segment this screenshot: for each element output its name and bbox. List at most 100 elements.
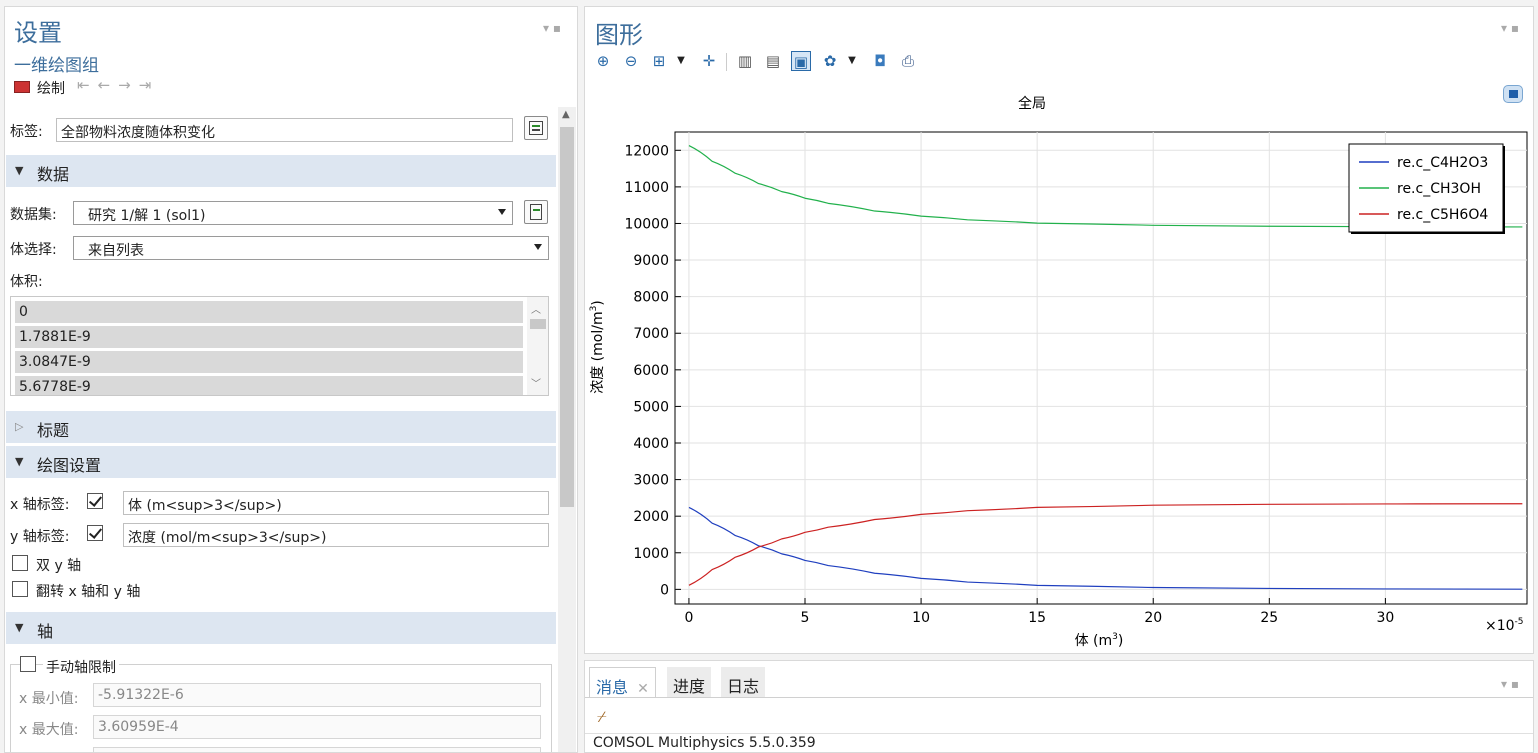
- list-item[interactable]: 0: [15, 301, 523, 323]
- x-max-label: x 最大值:: [19, 722, 79, 738]
- graphics-panel: 图形 ▾ ▪ ⊕ ⊖ ⊞ ▼ ✛ ▥ ▤ ▣ ✿ ▼ ◘ ⎙ 0 5 10 15 20 2…: [584, 6, 1534, 654]
- list-scroll-thumb[interactable]: [530, 319, 546, 329]
- y-axis-label-label: y 轴标签:: [10, 529, 70, 545]
- y-tick-label: 0: [660, 582, 669, 598]
- y-tick-label: 3000: [633, 473, 669, 489]
- panel-menu-icon[interactable]: ▾ ▪: [1501, 677, 1519, 691]
- zoom-box-icon[interactable]: ⊞: [649, 51, 669, 71]
- settings-panel: 设置 ▾ ▪ 一维绘图组 绘制 ⇤←→⇥ 标签: 全部物料浓度随体积变化 ▲ ▼…: [4, 6, 578, 753]
- section-title-label: 标题: [37, 421, 70, 440]
- chevron-down-icon[interactable]: ▼: [842, 51, 862, 71]
- dual-y-checkbox[interactable]: [12, 555, 28, 571]
- list-item[interactable]: 5.6778E-9: [15, 376, 523, 395]
- tab-log[interactable]: 日志: [721, 667, 766, 697]
- tab-log-label: 日志: [727, 677, 760, 696]
- section-title[interactable]: ▷ 标题: [6, 411, 556, 443]
- x-max-input[interactable]: 3.60959E-4: [93, 715, 541, 739]
- plot-button-label[interactable]: 绘制: [37, 78, 65, 98]
- y-tick-label: 8000: [633, 290, 669, 306]
- x-axis-label-label: x 轴标签:: [10, 497, 70, 513]
- dataset-label: 数据集:: [10, 207, 57, 223]
- y-axis-label-checkbox[interactable]: [87, 525, 103, 541]
- list-item[interactable]: 1.7881E-9: [15, 326, 523, 348]
- plot-icon[interactable]: [14, 81, 30, 93]
- dataset-select[interactable]: 研究 1/解 1 (sol1): [73, 201, 513, 225]
- scrollbar-thumb[interactable]: [560, 127, 574, 507]
- y-tick-label: 10000: [624, 216, 669, 232]
- close-icon[interactable]: ✕: [637, 681, 649, 697]
- clear-broom-icon[interactable]: ⌿: [597, 707, 607, 727]
- manual-limits-label: 手动轴限制: [43, 657, 119, 677]
- y-tick-label: 7000: [633, 326, 669, 342]
- list-scrollbar[interactable]: ︿ ﹀: [527, 297, 548, 395]
- flip-xy-label: 翻转 x 轴和 y 轴: [36, 584, 141, 600]
- dataset-refresh-icon[interactable]: [524, 200, 548, 224]
- x-tick-label: 25: [1260, 610, 1278, 626]
- x-multiplier: ×10-5: [1485, 617, 1524, 634]
- chevron-right-icon: ▷: [15, 420, 24, 433]
- x-tick-label: 15: [1028, 610, 1046, 626]
- section-plot-settings-label: 绘图设置: [37, 456, 102, 475]
- toolbar-divider: [726, 53, 727, 71]
- scroll-down-icon[interactable]: ﹀: [531, 375, 541, 390]
- chart-title: 全局: [1018, 95, 1046, 112]
- label-input[interactable]: 全部物料浓度随体积变化: [56, 118, 513, 142]
- print-icon[interactable]: ⎙: [898, 51, 918, 71]
- y-tick-label: 9000: [633, 253, 669, 269]
- dual-y-label: 双 y 轴: [36, 558, 82, 574]
- x-axis-label-input[interactable]: 体 (m<sup>3</sup>): [123, 491, 549, 515]
- manual-limits-checkbox[interactable]: [20, 656, 36, 672]
- scroll-up-icon[interactable]: ︿: [531, 301, 541, 316]
- y-tick-label: 6000: [633, 363, 669, 379]
- x-min-label: x 最小值:: [19, 691, 79, 707]
- axis-grid-icon[interactable]: ▤: [763, 51, 783, 71]
- volume-selection-value: 来自列表: [88, 243, 144, 259]
- zoom-out-icon[interactable]: ⊖: [621, 51, 641, 71]
- legend-label: re.c_C4H2O3: [1397, 155, 1488, 171]
- chevron-down-icon[interactable]: ▼: [671, 51, 691, 71]
- tab-messages[interactable]: 消息 ✕: [589, 667, 656, 697]
- section-axis-label: 轴: [37, 622, 54, 641]
- scene-light-icon[interactable]: ✿: [820, 51, 840, 71]
- nav-arrows-icon[interactable]: ⇤←→⇥: [77, 76, 159, 94]
- y-axis-label-input[interactable]: 浓度 (mol/m<sup>3</sup>): [123, 523, 549, 547]
- section-plot-settings[interactable]: ▼ 绘图设置: [6, 446, 556, 478]
- section-data[interactable]: ▼ 数据: [6, 155, 556, 187]
- volume-selection-label: 体选择:: [10, 242, 57, 258]
- chevron-down-icon: ▼: [15, 164, 24, 177]
- label-field-label: 标签:: [10, 124, 43, 140]
- label-edit-icon[interactable]: [524, 116, 548, 140]
- x-axis-label-checkbox[interactable]: [87, 493, 103, 509]
- zoom-extents-icon[interactable]: ✛: [699, 51, 719, 71]
- volume-list[interactable]: 0 1.7881E-9 3.0847E-9 5.6778E-9 ︿ ﹀: [10, 296, 549, 396]
- section-data-label: 数据: [37, 165, 70, 184]
- message-divider: [585, 733, 1533, 734]
- panel-menu-icon[interactable]: ▾ ▪: [1501, 21, 1519, 35]
- list-item[interactable]: 3.0847E-9: [15, 351, 523, 373]
- section-axis[interactable]: ▼ 轴: [6, 612, 556, 644]
- camera-icon[interactable]: ◘: [870, 51, 890, 71]
- dataset-value: 研究 1/解 1 (sol1): [88, 208, 206, 224]
- zoom-in-icon[interactable]: ⊕: [593, 51, 613, 71]
- y-tick-label: 2000: [633, 509, 669, 525]
- panel-menu-icon[interactable]: ▾ ▪: [543, 21, 561, 35]
- volume-selection-select[interactable]: 来自列表: [73, 236, 549, 260]
- x-axis-label: 体 (m3): [1075, 632, 1124, 649]
- x-min-input[interactable]: -5.91322E-6: [93, 683, 541, 707]
- y-tick-label: 4000: [633, 436, 669, 452]
- messages-panel: 消息 ✕ 进度 日志 ▾ ▪ ⌿ COMSOL Multiphysics 5.5…: [584, 660, 1534, 753]
- tab-progress[interactable]: 进度: [667, 667, 712, 697]
- flip-xy-checkbox[interactable]: [12, 581, 28, 597]
- legend-label: re.c_CH3OH: [1397, 181, 1481, 197]
- legend-toggle-icon[interactable]: ▣: [791, 51, 811, 71]
- chevron-down-icon: [534, 244, 542, 250]
- scrollbar[interactable]: ▲: [558, 107, 576, 752]
- scroll-up-icon[interactable]: ▲: [562, 109, 570, 120]
- volumes-label: 体积:: [10, 274, 43, 290]
- grid-lines-icon[interactable]: ▥: [735, 51, 755, 71]
- chevron-down-icon: ▼: [15, 455, 24, 468]
- x-tick-label: 10: [912, 610, 930, 626]
- chevron-down-icon: [498, 209, 506, 215]
- y-min-input[interactable]: [93, 747, 541, 752]
- graphics-title: 图形: [595, 21, 643, 49]
